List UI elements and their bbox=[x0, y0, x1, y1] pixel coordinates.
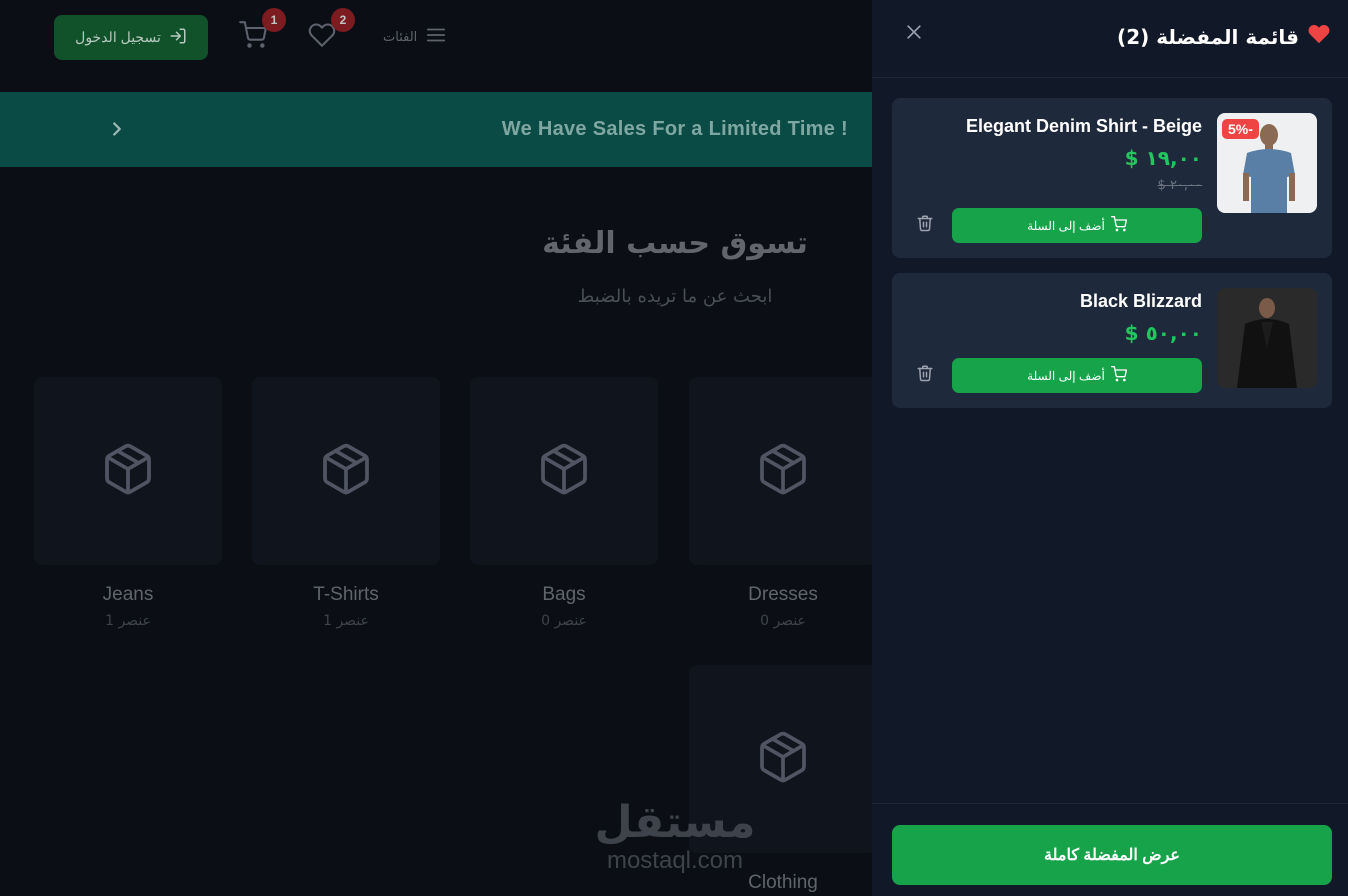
add-to-cart-label: أضف إلى السلة bbox=[1027, 218, 1105, 233]
wishlist-button[interactable]: 2 bbox=[305, 8, 355, 54]
category-name: Jeans bbox=[102, 584, 154, 605]
product-image[interactable] bbox=[1217, 288, 1317, 388]
trash-icon bbox=[916, 364, 934, 386]
wishlist-count-badge: 2 bbox=[331, 8, 355, 32]
package-icon bbox=[536, 441, 592, 501]
product-name[interactable]: Elegant Denim Shirt - Beige bbox=[966, 116, 1202, 137]
section-subtitle: ابحث عن ما تريده بالضبط bbox=[577, 286, 773, 307]
category-count: عنصر 0 bbox=[760, 613, 806, 629]
category-count: عنصر 1 bbox=[105, 613, 151, 629]
category-name: Clothing bbox=[748, 872, 818, 893]
product-name[interactable]: Black Blizzard bbox=[1080, 291, 1202, 312]
page: تسجيل الدخول 1 2 الفئات We Have Sales Fo… bbox=[0, 0, 1348, 896]
wishlist-title: قائمة المفضلة (2) bbox=[1117, 25, 1299, 49]
category-card[interactable]: T-Shirts عنصر 1 bbox=[252, 377, 440, 629]
discount-badge: 5%- bbox=[1222, 119, 1259, 139]
wishlist-header: قائمة المفضلة (2) bbox=[872, 0, 1348, 78]
wishlist-title-row: قائمة المفضلة (2) bbox=[1117, 22, 1331, 52]
category-image bbox=[689, 377, 877, 565]
category-card[interactable]: Jeans عنصر 1 bbox=[34, 377, 222, 629]
category-name: T-Shirts bbox=[313, 584, 379, 605]
package-icon bbox=[318, 441, 374, 501]
cart-button[interactable]: 1 bbox=[236, 8, 286, 54]
close-button[interactable] bbox=[902, 22, 926, 46]
product-price: $ ١٩,٠٠ bbox=[1124, 146, 1202, 170]
login-button[interactable]: تسجيل الدخول bbox=[54, 15, 208, 60]
product-image[interactable]: 5%- bbox=[1217, 113, 1317, 213]
categories-label: الفئات bbox=[383, 29, 418, 45]
login-icon bbox=[169, 27, 187, 48]
wishlist-panel: قائمة المفضلة (2) 5%- Elegant Denim Shir… bbox=[872, 0, 1348, 896]
category-name: Dresses bbox=[748, 584, 818, 605]
category-name: Bags bbox=[542, 584, 586, 605]
remove-item-button[interactable] bbox=[914, 364, 936, 386]
category-image bbox=[470, 377, 658, 565]
chevron-right-icon[interactable] bbox=[106, 118, 128, 144]
trash-icon bbox=[916, 214, 934, 236]
view-full-wishlist-button[interactable]: عرض المفضلة كاملة bbox=[892, 825, 1332, 885]
heart-icon bbox=[1307, 22, 1331, 52]
categories-menu-button[interactable]: الفئات bbox=[383, 24, 447, 50]
cart-icon bbox=[1110, 216, 1127, 235]
remove-item-button[interactable] bbox=[914, 214, 936, 236]
product-old-price: $ ٢٠,٠٠ bbox=[1157, 178, 1202, 193]
package-icon bbox=[755, 441, 811, 501]
close-icon bbox=[904, 22, 924, 46]
watermark-arabic: مستقل bbox=[594, 797, 756, 848]
watermark-logo: مستقل mostaql.com bbox=[590, 798, 760, 874]
add-to-cart-label: أضف إلى السلة bbox=[1027, 368, 1105, 383]
wishlist-item: 5%- Elegant Denim Shirt - Beige $ ١٩,٠٠ … bbox=[892, 98, 1332, 258]
category-image bbox=[34, 377, 222, 565]
watermark-latin: mostaql.com bbox=[606, 847, 744, 874]
section-title: تسوق حسب الفئة bbox=[542, 226, 808, 261]
category-card[interactable]: Bags عنصر 0 bbox=[470, 377, 658, 629]
category-image bbox=[252, 377, 440, 565]
product-price: $ ٥٠,٠٠ bbox=[1124, 321, 1202, 345]
cart-icon bbox=[1110, 366, 1127, 385]
add-to-cart-button[interactable]: أضف إلى السلة bbox=[952, 208, 1202, 243]
product-photo-black-coat bbox=[1217, 288, 1317, 388]
wishlist-item: Black Blizzard $ ٥٠,٠٠ أضف إلى السلة bbox=[892, 273, 1332, 408]
add-to-cart-button[interactable]: أضف إلى السلة bbox=[952, 358, 1202, 393]
category-count: عنصر 1 bbox=[323, 613, 369, 629]
menu-icon bbox=[425, 24, 447, 50]
login-label: تسجيل الدخول bbox=[75, 29, 161, 45]
cart-count-badge: 1 bbox=[262, 8, 286, 32]
category-count: عنصر 0 bbox=[541, 613, 587, 629]
banner-text: We Have Sales For a Limited Time ! bbox=[501, 118, 848, 140]
category-card[interactable]: Dresses عنصر 0 bbox=[689, 377, 877, 629]
wishlist-footer: عرض المفضلة كاملة bbox=[872, 803, 1348, 896]
package-icon bbox=[100, 441, 156, 501]
package-icon bbox=[755, 729, 811, 789]
